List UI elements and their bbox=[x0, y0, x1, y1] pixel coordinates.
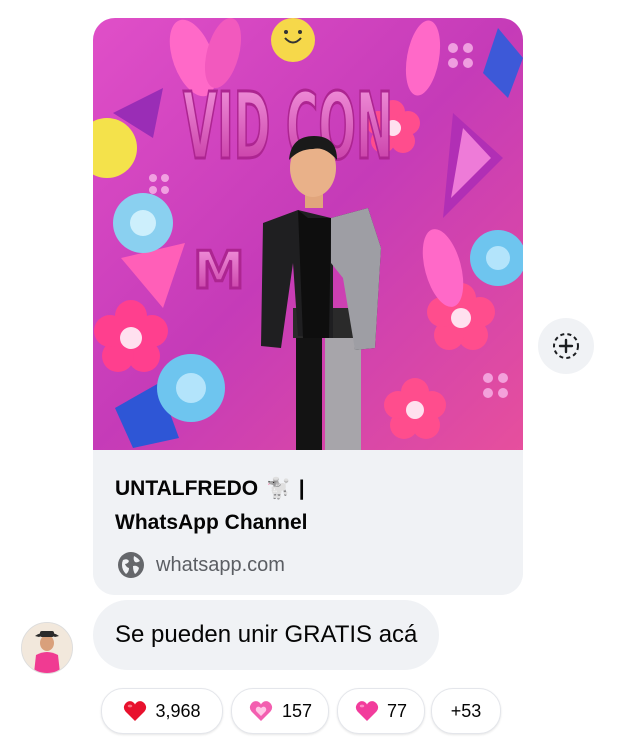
reaction-more[interactable]: +53 bbox=[431, 688, 501, 734]
link-title-line2: WhatsApp Channel bbox=[115, 511, 308, 534]
link-info[interactable]: UNTALFREDO 🐩 | WhatsApp Channel whatsapp… bbox=[93, 450, 523, 595]
pink-heart-icon bbox=[355, 701, 379, 721]
reaction-count: 3,968 bbox=[155, 700, 201, 721]
poodle-emoji: 🐩 bbox=[265, 478, 291, 500]
link-preview-image[interactable]: VID CON M bbox=[93, 18, 523, 450]
reaction-count: 77 bbox=[386, 700, 408, 721]
avatar-image bbox=[22, 623, 72, 673]
image-sign-partial: M bbox=[193, 241, 245, 301]
reaction-count: 157 bbox=[281, 700, 313, 721]
message-bubble[interactable]: Se pueden unir GRATIS acá bbox=[93, 600, 440, 670]
share-button[interactable] bbox=[538, 318, 594, 374]
link-domain: whatsapp.com bbox=[156, 553, 285, 576]
link-title[interactable]: UNTALFREDO 🐩 | WhatsApp Channel bbox=[115, 472, 495, 539]
reaction-sparkling-heart[interactable]: 157 bbox=[231, 688, 329, 734]
image-sign-text: VID CON bbox=[183, 73, 393, 180]
reaction-pink-heart[interactable]: 77 bbox=[337, 688, 425, 734]
link-domain-row: whatsapp.com bbox=[117, 550, 285, 580]
red-heart-icon bbox=[124, 701, 147, 721]
link-title-main: UNTALFREDO bbox=[115, 477, 259, 500]
reaction-count: +53 bbox=[450, 700, 482, 721]
globe-icon bbox=[118, 552, 144, 578]
share-plus-icon bbox=[553, 333, 579, 359]
sparkling-heart-icon bbox=[249, 701, 273, 721]
link-title-separator: | bbox=[298, 477, 305, 500]
sender-avatar[interactable] bbox=[21, 622, 73, 674]
reaction-red-heart[interactable]: 3,968 bbox=[101, 688, 223, 734]
link-preview-card[interactable]: VID CON M UNTALFREDO 🐩 | WhatsApp Channe… bbox=[93, 18, 523, 595]
vidcon-photo: VID CON M bbox=[93, 18, 523, 450]
message-text: Se pueden unir GRATIS acá bbox=[115, 621, 418, 648]
